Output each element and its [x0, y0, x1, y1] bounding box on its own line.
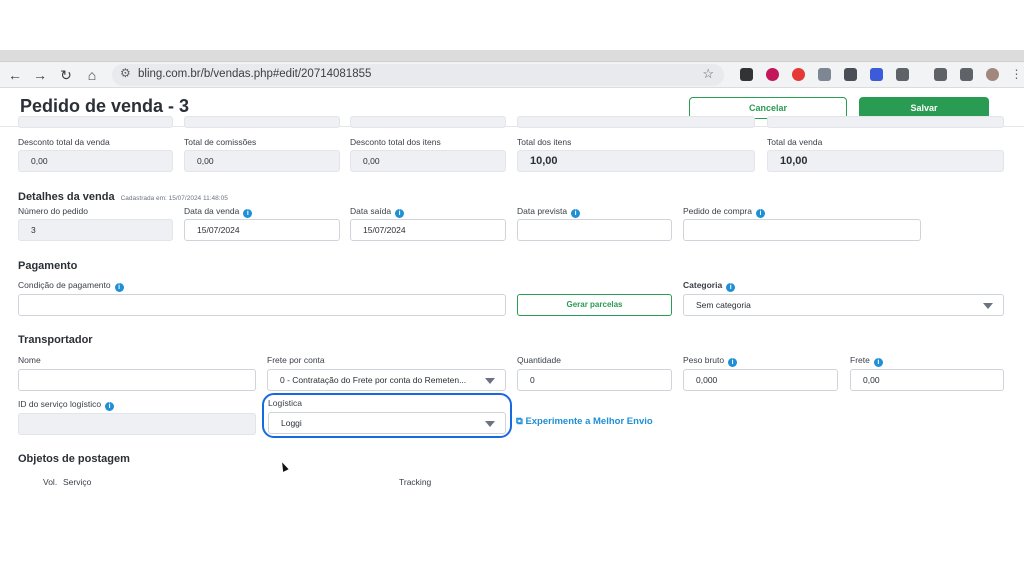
order-number-field: 3 [18, 219, 173, 241]
items-total-label: Total dos itens [517, 137, 572, 147]
category-label: Categoria i [683, 280, 736, 292]
exit-date-field[interactable]: 15/07/2024 [350, 219, 506, 241]
reload-icon[interactable]: ↻ [57, 66, 75, 84]
audio-extension-icon[interactable] [870, 68, 883, 81]
expected-date-label: Data prevista i [517, 206, 581, 218]
chevron-down-icon [485, 378, 495, 384]
info-icon[interactable]: i [243, 209, 253, 218]
exit-date-label: Data saída i [350, 206, 405, 218]
sales-order-page: Pedido de venda - 3 Cancelar Salvar Desc… [0, 89, 1024, 489]
color-extension-icon[interactable] [766, 68, 779, 81]
clipped-field [517, 116, 755, 128]
site-settings-icon[interactable]: ⚙ [120, 66, 131, 80]
purchase-order-field[interactable] [683, 219, 921, 241]
gross-weight-label: Peso bruto i [683, 355, 738, 367]
freight-by-value: 0 - Contratação do Frete por conta do Re… [280, 375, 467, 385]
service-id-label: ID do serviço logístico i [18, 399, 115, 411]
purchase-order-label: Pedido de compra i [683, 206, 765, 218]
sale-date-label: Data da venda i [184, 206, 253, 218]
info-icon[interactable]: i [756, 209, 765, 218]
url-text[interactable]: bling.com.br/b/vendas.php#edit/207140818… [138, 68, 371, 80]
info-icon[interactable]: i [395, 209, 405, 218]
screen: ← → ↻ ⌂ ⚙ bling.com.br/b/vendas.php#edit… [0, 0, 1024, 576]
info-icon[interactable]: i [873, 358, 883, 367]
category-select[interactable]: Sem categoria [683, 294, 1004, 316]
home-icon[interactable]: ⌂ [83, 66, 101, 84]
bookmark-star-icon[interactable]: ☆ [702, 66, 714, 82]
eyedropper-extension-icon[interactable] [740, 68, 753, 81]
clipped-field [18, 116, 173, 128]
chevron-down-icon [983, 303, 993, 309]
back-icon[interactable]: ← [6, 66, 24, 84]
melhor-envio-link[interactable]: ⧉ Experimente a Melhor Envio [516, 416, 653, 427]
clipped-field [350, 116, 506, 128]
browser-toolbar: ← → ↻ ⌂ ⚙ bling.com.br/b/vendas.php#edit… [0, 62, 1024, 88]
page-title: Pedido de venda - 3 [20, 96, 190, 116]
logistics-highlight [262, 393, 512, 438]
details-created-at: Cadastrada em: 15/07/2024 11:48:05 [120, 195, 228, 202]
service-id-field [18, 413, 256, 435]
carrier-name-field[interactable] [18, 369, 256, 391]
menu-kebab-icon[interactable]: ⋮ [1010, 68, 1023, 81]
mail-extension-icon[interactable] [818, 68, 831, 81]
opera-extension-icon[interactable] [792, 68, 805, 81]
quantity-label: Quantidade [517, 355, 561, 365]
profile-avatar[interactable] [986, 68, 999, 81]
clipped-field [767, 116, 1004, 128]
payment-section-title: Pagamento [18, 260, 78, 272]
discount-total-field: 0,00 [18, 150, 173, 172]
melhor-envio-label: Experimente a Melhor Envio [525, 416, 653, 427]
freight-by-select[interactable]: 0 - Contratação do Frete por conta do Re… [267, 369, 506, 391]
carrier-section-title: Transportador [18, 334, 93, 346]
info-icon[interactable]: i [114, 283, 124, 292]
freight-label: Frete i [850, 355, 883, 367]
expected-date-field[interactable] [517, 219, 672, 241]
commission-total-label: Total de comissões [184, 137, 257, 147]
quantity-field[interactable]: 0 [517, 369, 672, 391]
sale-total-label: Total da venda [767, 137, 823, 147]
col-vol: Vol. [43, 477, 58, 487]
details-section-title: Detalhes da venda Cadastrada em: 15/07/20… [18, 191, 228, 203]
commission-total-field: 0,00 [184, 150, 340, 172]
info-icon[interactable]: i [571, 209, 581, 218]
info-icon[interactable]: i [728, 358, 738, 367]
payment-condition-label: Condição de pagamento i [18, 280, 124, 292]
tab-strip [0, 50, 1024, 62]
freight-field[interactable]: 0,00 [850, 369, 1004, 391]
address-bar[interactable]: ⚙ bling.com.br/b/vendas.php#edit/2071408… [112, 64, 724, 86]
clipped-field [184, 116, 340, 128]
extensions-puzzle-icon[interactable] [896, 68, 909, 81]
category-value: Sem categoria [696, 300, 751, 310]
postage-section-title: Objetos de postagem [18, 453, 130, 465]
download-icon[interactable] [960, 68, 973, 81]
payment-condition-field[interactable] [18, 294, 506, 316]
info-icon[interactable]: i [105, 402, 115, 411]
details-title: Detalhes da venda [18, 191, 115, 203]
info-icon[interactable]: i [726, 283, 736, 292]
col-service: Serviço [63, 477, 92, 487]
order-number-label: Número do pedido [18, 206, 88, 216]
freight-by-label: Frete por conta [267, 355, 325, 365]
mouse-cursor [279, 461, 289, 472]
items-total-field: 10,00 [517, 150, 755, 172]
carrier-name-label: Nome [18, 355, 41, 365]
gross-weight-field[interactable]: 0,000 [683, 369, 838, 391]
items-discount-field: 0,00 [350, 150, 506, 172]
sale-date-field[interactable]: 15/07/2024 [184, 219, 340, 241]
items-discount-label: Desconto total dos itens [350, 137, 441, 147]
forward-icon[interactable]: → [31, 66, 49, 84]
reading-list-icon[interactable] [934, 68, 947, 81]
generate-installments-button[interactable]: Gerar parcelas [517, 294, 672, 316]
notes-extension-icon[interactable] [844, 68, 857, 81]
sale-total-field: 10,00 [767, 150, 1004, 172]
discount-total-label: Desconto total da venda [18, 137, 110, 147]
col-tracking: Tracking [399, 477, 432, 487]
